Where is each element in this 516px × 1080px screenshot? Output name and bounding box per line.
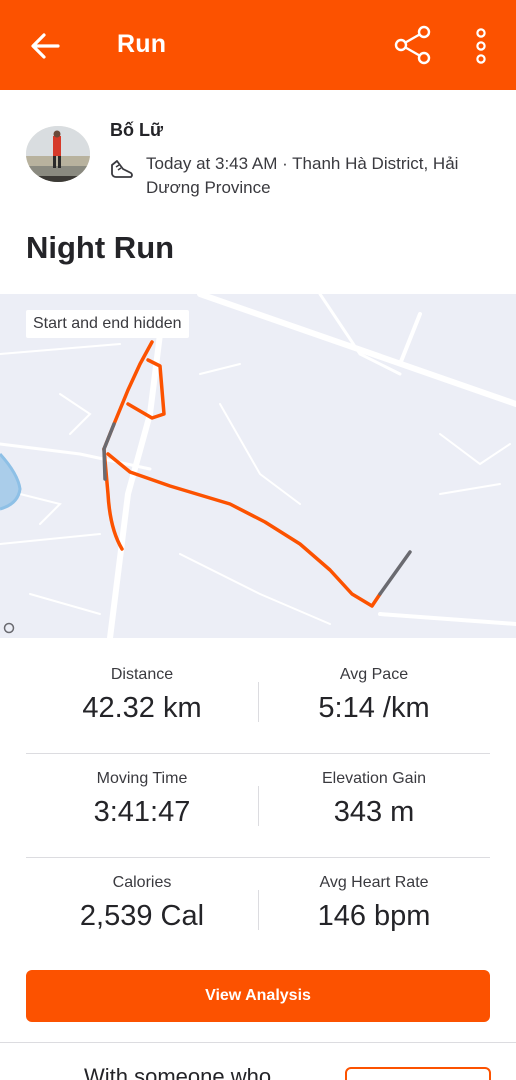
stat-label: Avg Heart Rate	[319, 874, 429, 891]
map-road	[59, 393, 92, 435]
map-road	[0, 343, 121, 355]
stat-label: Moving Time	[96, 770, 188, 787]
map-road	[398, 312, 422, 366]
running-shoe-icon	[111, 160, 133, 178]
route-line	[126, 358, 166, 420]
map-road	[199, 363, 241, 375]
athlete-name[interactable]: Bố Lữ	[110, 120, 163, 141]
page-title: Run	[117, 30, 167, 58]
divider	[0, 1042, 516, 1043]
view-analysis-button[interactable]: View Analysis	[26, 970, 490, 1022]
stat-calories: Calories 2,539 Cal	[26, 858, 258, 933]
map-road	[439, 433, 511, 466]
stat-value: 5:14 /km	[318, 692, 430, 724]
stat-row: Distance 42.32 km Avg Pace 5:14 /km	[26, 650, 490, 754]
stat-value: 343 m	[333, 796, 415, 828]
back-arrow-icon[interactable]	[28, 29, 62, 63]
map-road	[29, 593, 101, 615]
stat-label: Elevation Gain	[321, 770, 427, 787]
stat-distance: Distance 42.32 km	[26, 650, 258, 725]
stat-value: 2,539 Cal	[79, 900, 205, 932]
stats-grid: Distance 42.32 km Avg Pace 5:14 /km Movi…	[26, 650, 490, 962]
stat-avg-heart-rate: Avg Heart Rate 146 bpm	[258, 858, 490, 933]
stat-value: 42.32 km	[82, 692, 202, 724]
stat-avg-pace: Avg Pace 5:14 /km	[258, 650, 490, 725]
map-road	[19, 493, 62, 525]
stat-row: Calories 2,539 Cal Avg Heart Rate 146 bp…	[26, 858, 490, 962]
stat-value: 146 bpm	[317, 900, 431, 932]
footer-prompt-text: With someone who	[84, 1064, 272, 1080]
map-road	[219, 403, 301, 505]
map-road	[0, 533, 101, 545]
app-header: Run	[0, 0, 516, 90]
map-attribution-icon	[3, 622, 15, 634]
map-water	[0, 452, 22, 511]
avatar[interactable]	[26, 126, 90, 182]
route-line	[106, 452, 382, 608]
share-icon[interactable]	[393, 24, 433, 66]
map-canvas	[0, 294, 516, 638]
route-hidden-segment	[102, 422, 116, 481]
stat-label: Distance	[110, 666, 174, 683]
activity-title: Night Run	[26, 230, 175, 265]
privacy-badge: Start and end hidden	[26, 310, 189, 338]
map-road	[107, 331, 163, 638]
map-road	[439, 483, 501, 495]
activity-meta: Today at 3:43 AM · Thanh Hà District, Hả…	[146, 154, 459, 197]
stat-moving-time: Moving Time 3:41:47	[26, 754, 258, 829]
map-road	[378, 612, 516, 626]
stat-elevation-gain: Elevation Gain 343 m	[258, 754, 490, 829]
stat-row: Moving Time 3:41:47 Elevation Gain 343 m	[26, 754, 490, 858]
stat-label: Avg Pace	[339, 666, 409, 683]
map-road	[0, 442, 152, 471]
stat-label: Calories	[112, 874, 172, 891]
more-vertical-icon[interactable]	[470, 26, 492, 66]
stat-value: 3:41:47	[93, 796, 191, 828]
route-hidden-segment	[378, 550, 412, 596]
map-road	[179, 553, 331, 625]
footer-action-button[interactable]	[345, 1067, 491, 1080]
route-map[interactable]: Start and end hidden	[0, 294, 516, 638]
